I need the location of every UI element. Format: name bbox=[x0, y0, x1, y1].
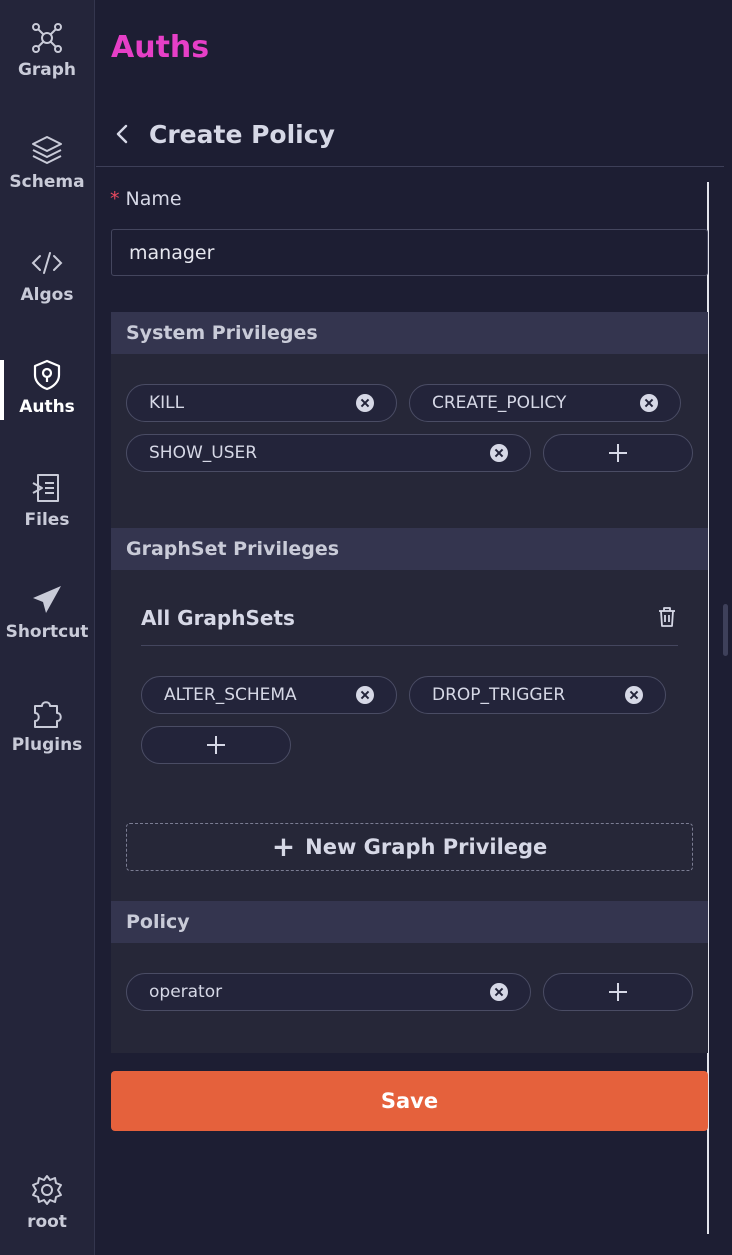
code-icon bbox=[29, 245, 65, 281]
sidebar: Graph Schema Algos Auths Files Shortcut … bbox=[0, 0, 95, 1255]
user-label: root bbox=[27, 1212, 67, 1232]
name-label: * Name bbox=[110, 188, 182, 210]
app-root: Graph Schema Algos Auths Files Shortcut … bbox=[0, 0, 732, 1255]
new-graph-privilege-button[interactable]: + New Graph Privilege bbox=[126, 823, 693, 871]
shield-icon bbox=[29, 357, 65, 393]
privilege-tag: ALTER_SCHEMA bbox=[141, 676, 397, 714]
remove-tag-icon[interactable] bbox=[490, 983, 508, 1001]
sidebar-item-label: Schema bbox=[9, 172, 85, 192]
plus-icon bbox=[207, 736, 225, 754]
layers-icon bbox=[29, 132, 65, 168]
remove-tag-icon[interactable] bbox=[490, 444, 508, 462]
plus-icon bbox=[609, 983, 627, 1001]
sidebar-item-label: Auths bbox=[19, 397, 75, 417]
privilege-tag: SHOW_USER bbox=[126, 434, 531, 472]
graphset-privileges-header: GraphSet Privileges bbox=[111, 528, 708, 570]
sidebar-item-label: Graph bbox=[17, 60, 77, 80]
privilege-tag: CREATE_POLICY bbox=[409, 384, 681, 422]
remove-tag-icon[interactable] bbox=[356, 686, 374, 704]
sidebar-item-auths[interactable]: Auths bbox=[0, 357, 94, 457]
page-title: Auths bbox=[111, 30, 210, 65]
required-marker: * bbox=[110, 188, 120, 210]
remove-tag-icon[interactable] bbox=[625, 686, 643, 704]
add-system-privilege-button[interactable] bbox=[543, 434, 693, 472]
form-title: Create Policy bbox=[149, 120, 335, 149]
graph-icon bbox=[29, 20, 65, 56]
divider bbox=[141, 645, 678, 646]
remove-tag-icon[interactable] bbox=[640, 394, 658, 412]
system-privileges-header: System Privileges bbox=[111, 312, 708, 354]
plus-icon bbox=[609, 444, 627, 462]
sidebar-item-shortcut[interactable]: Shortcut bbox=[0, 582, 94, 682]
puzzle-icon bbox=[29, 695, 65, 731]
policy-header: Policy bbox=[111, 901, 708, 943]
gear-icon bbox=[29, 1172, 65, 1208]
privilege-tag: KILL bbox=[126, 384, 397, 422]
sidebar-item-files[interactable]: Files bbox=[0, 470, 94, 570]
add-graph-privilege-tag-button[interactable] bbox=[141, 726, 291, 764]
main-content: Auths Create Policy *Name System Privile… bbox=[96, 0, 732, 1255]
sidebar-item-label: Shortcut bbox=[5, 622, 89, 642]
sidebar-user-root[interactable]: root bbox=[0, 1172, 94, 1255]
name-input[interactable] bbox=[111, 229, 708, 276]
subheader: Create Policy bbox=[96, 107, 724, 167]
graphset-group-title: All GraphSets bbox=[141, 606, 295, 630]
sidebar-item-label: Plugins bbox=[11, 735, 83, 755]
sidebar-item-algos[interactable]: Algos bbox=[0, 245, 94, 345]
paper-plane-icon bbox=[29, 582, 65, 618]
sidebar-item-schema[interactable]: Schema bbox=[0, 132, 94, 232]
scrollbar-thumb[interactable] bbox=[723, 604, 728, 656]
add-policy-button[interactable] bbox=[543, 973, 693, 1011]
sidebar-item-label: Files bbox=[24, 510, 70, 530]
sidebar-item-graph[interactable]: Graph bbox=[0, 20, 94, 120]
sidebar-item-plugins[interactable]: Plugins bbox=[0, 695, 94, 795]
remove-tag-icon[interactable] bbox=[356, 394, 374, 412]
chevron-left-icon[interactable] bbox=[112, 123, 134, 145]
trash-icon[interactable] bbox=[656, 606, 678, 628]
file-icon bbox=[29, 470, 65, 506]
plus-icon: + bbox=[271, 830, 296, 863]
sidebar-item-label: Algos bbox=[20, 285, 74, 305]
policy-tag: operator bbox=[126, 973, 531, 1011]
save-button[interactable]: Save bbox=[111, 1071, 708, 1131]
privilege-tag: DROP_TRIGGER bbox=[409, 676, 666, 714]
